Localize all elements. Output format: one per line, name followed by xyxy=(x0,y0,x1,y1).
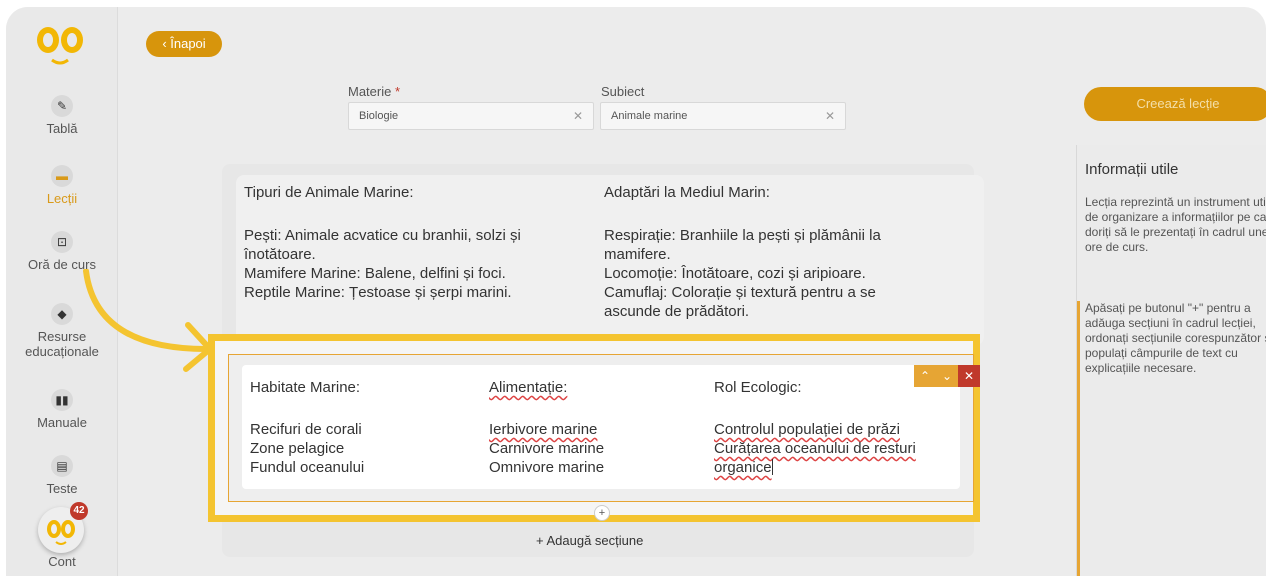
book-icon: ▮▮ xyxy=(51,389,73,411)
sidebar-item-label: Manuale xyxy=(37,415,87,430)
app-logo-icon[interactable] xyxy=(34,23,86,67)
text-line: ascunde de prădători. xyxy=(604,303,750,320)
text-line: Curățarea oceanului de resturi xyxy=(714,440,916,457)
lesson-section[interactable]: Tipuri de Animale Marine: Pești: Animale… xyxy=(236,175,984,345)
sidebar-item-label: Teste xyxy=(46,481,78,496)
subject-value: Biologie xyxy=(359,110,399,122)
app-window: ✎ Tablă ▬ Lecții ⊡ Oră de curs ◆ Resurse… xyxy=(6,7,1266,576)
subject-label-text: Materie xyxy=(348,84,392,99)
text-line: Fundul oceanului xyxy=(250,459,365,476)
section-column-text[interactable]: Recifuri de corali Zone pelagice Fundul … xyxy=(250,420,364,477)
delete-section-icon[interactable]: ✕ xyxy=(958,365,980,387)
pencil-icon: ✎ xyxy=(51,95,73,117)
create-lesson-button[interactable]: Creează lecție xyxy=(1084,87,1266,121)
section-column-text[interactable]: Ierbivore marine Carnivore marine Omnivo… xyxy=(489,420,604,477)
info-paragraph: Apăsați pe butonul "+" pentru a adăuga s… xyxy=(1085,301,1266,375)
section-column-title[interactable]: Adaptări la Mediul Marin: xyxy=(604,184,770,201)
section-column-title[interactable]: Alimentație: xyxy=(489,379,567,396)
clear-icon[interactable]: ✕ xyxy=(573,103,583,129)
text-line: Pești: Animale acvatice cu branhii, solz… xyxy=(244,227,521,244)
section-column-title[interactable]: Rol Ecologic: xyxy=(714,379,802,396)
move-up-icon[interactable]: ⌃ xyxy=(914,365,936,387)
section-content[interactable]: ⌃ ⌄ ✕ Habitate Marine: Recifuri de coral… xyxy=(242,365,980,489)
add-section-button[interactable]: + Adaugă secțiune xyxy=(536,533,643,548)
section-column-text[interactable]: Controlul populației de prăzi Curățarea … xyxy=(714,420,916,477)
folder-icon: ▬ xyxy=(51,165,73,187)
sidebar-item-cont[interactable]: Cont xyxy=(6,554,118,569)
text-line: organice xyxy=(714,459,772,476)
add-column-plus-icon[interactable]: + xyxy=(594,505,610,521)
text-line: Camuflaj: Colorație și textură pentru a … xyxy=(604,284,876,301)
topic-value: Animale marine xyxy=(611,110,688,122)
cube-icon: ◆ xyxy=(51,303,73,325)
text-line: mamifere. xyxy=(604,246,671,263)
info-title: Informații utile xyxy=(1085,161,1179,178)
sidebar-item-label: Tablă xyxy=(46,121,78,136)
highlight-box: ⌃ ⌄ ✕ Habitate Marine: Recifuri de coral… xyxy=(208,334,980,522)
clear-icon[interactable]: ✕ xyxy=(825,103,835,129)
text-line: înotătoare. xyxy=(244,246,316,263)
text-line: Reptile Marine: Țestoase și șerpi marini… xyxy=(244,284,512,301)
text-line: Ierbivore marine xyxy=(489,421,598,438)
section-column-text[interactable]: Pești: Animale acvatice cu branhii, solz… xyxy=(244,226,521,302)
sidebar-item-label: Cont xyxy=(48,554,76,569)
text-line: Respirație: Branhiile la pești și plămân… xyxy=(604,227,881,244)
sidebar-item-ora-de-curs[interactable]: ⊡ Oră de curs xyxy=(6,231,118,272)
active-lesson-section[interactable]: ⌃ ⌄ ✕ Habitate Marine: Recifuri de coral… xyxy=(228,354,980,521)
text-line: Mamifere Marine: Balene, delfini și foci… xyxy=(244,265,506,282)
text-line: Controlul populației de prăzi xyxy=(714,421,900,438)
text-line: Omnivore marine xyxy=(489,459,605,476)
text-line: Locomoție: Înotătoare, cozi și aripioare… xyxy=(604,265,866,282)
annotation-arrow-icon xyxy=(83,269,213,372)
topic-label: Subiect xyxy=(601,84,645,99)
required-marker: * xyxy=(394,84,401,99)
topic-select[interactable]: Animale marine ✕ xyxy=(600,102,846,130)
text-line: Zone pelagice xyxy=(250,440,345,457)
section-column-title[interactable]: Habitate Marine: xyxy=(250,379,360,396)
info-accent-bar xyxy=(1077,301,1080,576)
info-panel: Informații utile Lecția reprezintă un in… xyxy=(1076,145,1266,576)
sidebar-item-manuale[interactable]: ▮▮ Manuale xyxy=(6,389,118,430)
teacher-board-icon: ⊡ xyxy=(51,231,73,253)
sidebar-item-tabla[interactable]: ✎ Tablă xyxy=(6,95,118,136)
sidebar-item-lectii[interactable]: ▬ Lecții xyxy=(6,165,118,206)
subject-label: Materie * xyxy=(348,84,400,99)
notification-badge: 42 xyxy=(70,502,88,520)
section-column-text[interactable]: Respirație: Branhiile la pești și plămân… xyxy=(604,226,881,321)
test-file-icon: ▤ xyxy=(51,455,73,477)
sidebar-item-teste[interactable]: ▤ Teste xyxy=(6,455,118,496)
info-paragraph: Lecția reprezintă un instrument util de … xyxy=(1085,195,1266,254)
text-line: Recifuri de corali xyxy=(250,421,362,438)
subject-select[interactable]: Biologie ✕ xyxy=(348,102,594,130)
text-cursor xyxy=(771,459,773,475)
move-down-icon[interactable]: ⌄ xyxy=(936,365,958,387)
section-column-title[interactable]: Tipuri de Animale Marine: xyxy=(244,184,414,201)
back-button[interactable]: ‹ Înapoi xyxy=(146,31,222,57)
sidebar-item-label: Lecții xyxy=(46,191,78,206)
text-line: Carnivore marine xyxy=(489,440,605,457)
